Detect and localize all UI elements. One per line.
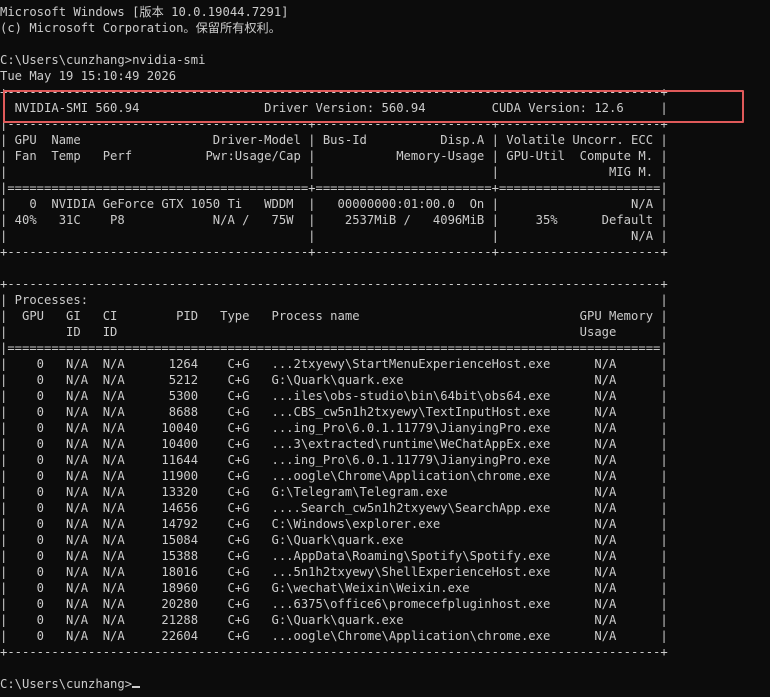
terminal-line: | | | N/A | xyxy=(0,229,668,243)
terminal-line: Microsoft Windows [版本 10.0.19044.7291] xyxy=(0,5,289,19)
terminal-line: | 0 N/A N/A 10040 C+G ...ing_Pro\6.0.1.1… xyxy=(0,421,668,435)
terminal-line: | 0 N/A N/A 10400 C+G ...3\extracted\run… xyxy=(0,437,668,451)
terminal-line: |=======================================… xyxy=(0,181,668,195)
terminal-line: | 0 N/A N/A 18016 C+G ...5n1h2txyewy\She… xyxy=(0,565,668,579)
terminal-line: | 0 N/A N/A 14792 C+G C:\Windows\explore… xyxy=(0,517,668,531)
terminal-line: +---------------------------------------… xyxy=(0,85,668,99)
terminal-line: +---------------------------------------… xyxy=(0,245,668,259)
terminal-line: | 0 NVIDIA GeForce GTX 1050 Ti WDDM | 00… xyxy=(0,197,668,211)
command-prompt-line[interactable]: C:\Users\cunzhang> xyxy=(0,676,770,692)
terminal-line: | 0 N/A N/A 5212 C+G G:\Quark\quark.exe … xyxy=(0,373,668,387)
terminal-line: | 0 N/A N/A 13320 C+G G:\Telegram\Telegr… xyxy=(0,485,668,499)
terminal-line: | Fan Temp Perf Pwr:Usage/Cap | Memory-U… xyxy=(0,149,668,163)
terminal-line: | 0 N/A N/A 22604 C+G ...oogle\Chrome\Ap… xyxy=(0,629,668,643)
terminal-line: | 0 N/A N/A 5300 C+G ...iles\obs-studio\… xyxy=(0,389,668,403)
terminal-line: (c) Microsoft Corporation。保留所有权利。 xyxy=(0,21,281,35)
terminal-line: | | | MIG M. | xyxy=(0,165,668,179)
terminal-line: | NVIDIA-SMI 560.94 Driver Version: 560.… xyxy=(0,101,668,115)
terminal-line: | 0 N/A N/A 1264 C+G ...2txyewy\StartMen… xyxy=(0,357,668,371)
terminal-line: |---------------------------------------… xyxy=(0,117,668,131)
terminal-line: | 0 N/A N/A 15084 C+G G:\Quark\quark.exe… xyxy=(0,533,668,547)
terminal-line: | 0 N/A N/A 18960 C+G G:\wechat\Weixin\W… xyxy=(0,581,668,595)
terminal-line: | GPU Name Driver-Model | Bus-Id Disp.A … xyxy=(0,133,668,147)
terminal-line: | GPU GI CI PID Type Process name GPU Me… xyxy=(0,309,668,323)
terminal-line: Tue May 19 15:10:49 2026 xyxy=(0,69,177,83)
terminal-line: |=======================================… xyxy=(0,341,668,355)
terminal-line: | 0 N/A N/A 20280 C+G ...6375\office6\pr… xyxy=(0,597,668,611)
terminal-line: C:\Users\cunzhang>nvidia-smi xyxy=(0,53,206,67)
terminal-output[interactable]: Microsoft Windows [版本 10.0.19044.7291] (c… xyxy=(0,0,770,697)
terminal-line: | 40% 31C P8 N/A / 75W | 2537MiB / 4096M… xyxy=(0,213,668,227)
terminal-line: | 0 N/A N/A 14656 C+G ....Search_cw5n1h2… xyxy=(0,501,668,515)
terminal-line: | 0 N/A N/A 15388 C+G ...AppData\Roaming… xyxy=(0,549,668,563)
terminal-line: +---------------------------------------… xyxy=(0,277,668,291)
terminal-line: | Processes: | xyxy=(0,293,668,307)
terminal-line: | 0 N/A N/A 11644 C+G ...ing_Pro\6.0.1.1… xyxy=(0,453,668,467)
text-cursor xyxy=(132,686,141,688)
terminal-line: | ID ID Usage | xyxy=(0,325,668,339)
terminal-line: | 0 N/A N/A 11900 C+G ...oogle\Chrome\Ap… xyxy=(0,469,668,483)
terminal-line: | 0 N/A N/A 21288 C+G G:\Quark\quark.exe… xyxy=(0,613,668,627)
terminal-line: +---------------------------------------… xyxy=(0,645,668,659)
terminal-line: | 0 N/A N/A 8688 C+G ...CBS_cw5n1h2txyew… xyxy=(0,405,668,419)
